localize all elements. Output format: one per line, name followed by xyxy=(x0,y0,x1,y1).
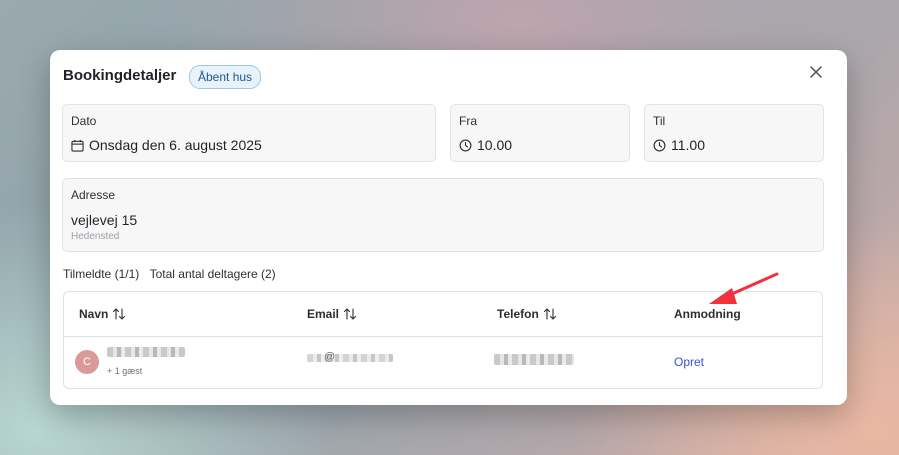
clock-icon xyxy=(459,139,472,151)
avatar: C xyxy=(75,350,99,374)
event-type-badge: Åbent hus xyxy=(189,65,262,89)
calendar-icon xyxy=(71,139,84,152)
sort-icon xyxy=(543,308,556,320)
table-row: C + 1 gæst @ Opret xyxy=(64,337,822,388)
email-at-sign: @ xyxy=(324,351,336,363)
from-value: 10.00 xyxy=(477,137,513,153)
column-header-email[interactable]: Email xyxy=(307,307,357,321)
column-header-name[interactable]: Navn xyxy=(79,307,126,321)
date-field[interactable]: Dato Onsdag den 6. august 2025 xyxy=(62,104,436,162)
close-icon[interactable] xyxy=(806,62,826,82)
date-value: Onsdag den 6. august 2025 xyxy=(89,137,262,153)
to-time-field[interactable]: Til 11.00 xyxy=(644,104,824,162)
column-label: Email xyxy=(307,307,340,321)
total-participants: Total antal deltagere (2) xyxy=(149,267,276,281)
guest-note: + 1 gæst xyxy=(107,366,143,376)
modal-title: Bookingdetaljer xyxy=(63,67,177,84)
to-value: 11.00 xyxy=(671,137,705,153)
address-street: vejlevej 15 xyxy=(71,212,138,228)
participants-summary: Tilmeldte (1/1) Total antal deltagere (2… xyxy=(63,267,276,281)
redacted-phone xyxy=(494,354,574,365)
annotation-arrow-icon xyxy=(709,272,779,304)
sort-icon xyxy=(343,308,357,320)
registered-count: Tilmeldte (1/1) xyxy=(63,267,140,281)
sort-icon xyxy=(113,308,126,320)
create-request-link[interactable]: Opret xyxy=(674,355,704,369)
from-label: Fra xyxy=(459,114,477,128)
date-label: Dato xyxy=(71,114,97,128)
from-time-field[interactable]: Fra 10.00 xyxy=(450,104,630,162)
address-city: Hedensted xyxy=(71,231,120,242)
redacted-name xyxy=(107,347,185,357)
address-label: Adresse xyxy=(71,188,116,202)
address-field[interactable]: Adresse vejlevej 15 Hedensted xyxy=(62,178,824,252)
column-label: Navn xyxy=(79,307,109,321)
redacted-email xyxy=(307,354,393,362)
booking-details-modal: Bookingdetaljer Åbent hus Dato Onsdag de… xyxy=(50,50,847,405)
column-header-phone[interactable]: Telefon xyxy=(497,307,557,321)
column-label: Telefon xyxy=(497,307,539,321)
clock-icon xyxy=(653,139,666,151)
to-label: Til xyxy=(653,114,666,128)
